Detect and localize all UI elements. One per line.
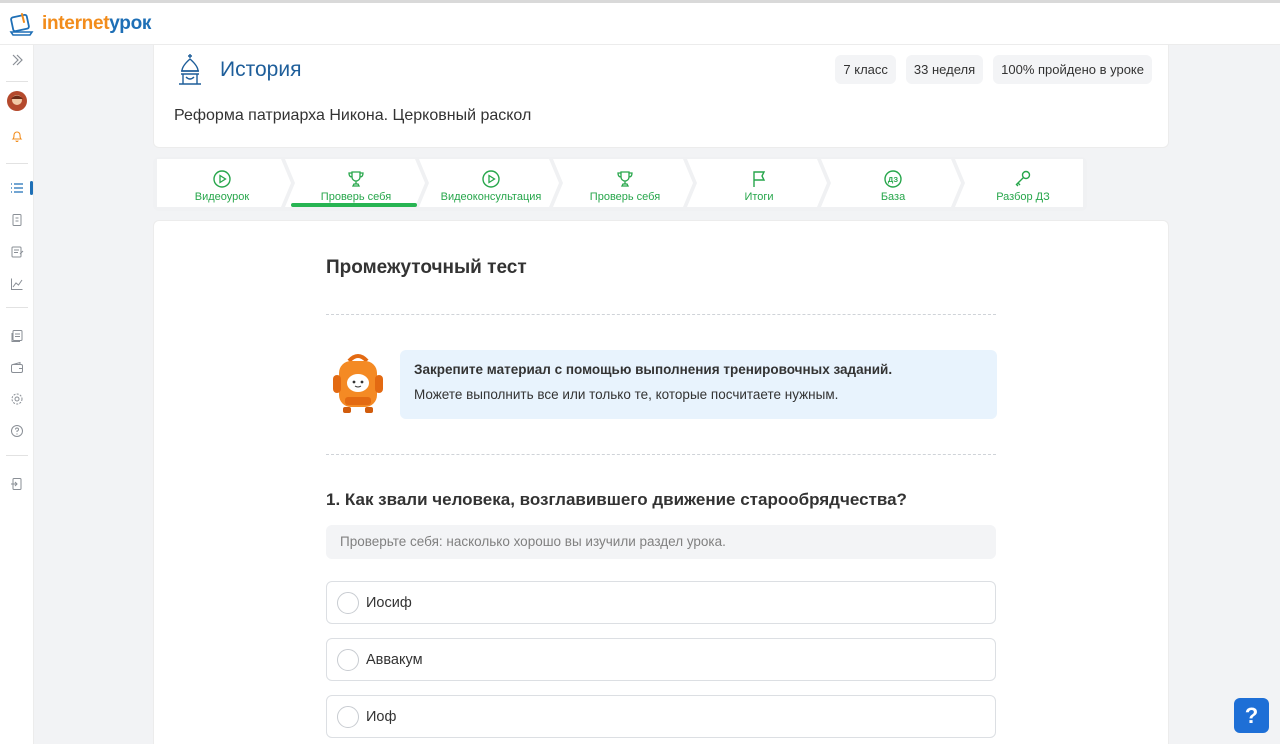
question-text: 1. Как звали человека, возглавившего дви… [326,490,907,509]
tab-label: Видеоконсультация [440,191,542,203]
play-circle-icon [482,170,500,188]
grade-badge: 7 класс [835,55,896,84]
trophy-icon [348,171,364,187]
logo-icon[interactable] [8,10,36,38]
test-panel: Промежуточный тест Закрепите материал с … [153,220,1169,744]
tab-label: База [880,191,906,203]
header: internetурок [0,3,1280,45]
info-callout: Закрепите материал с помощью выполнения … [400,350,997,419]
answer-option[interactable]: Аввакум [326,638,996,681]
tab-check-yourself[interactable]: Проверь себя [295,159,417,207]
sidebar-divider [6,455,28,456]
sidebar-divider [6,307,28,308]
sidebar-active-indicator [30,181,33,195]
question-hint: Проверьте себя: насколько хорошо вы изуч… [326,525,996,559]
backpack-mascot-icon [331,353,385,420]
tab-label: Проверь себя [589,191,661,203]
lessons-list-icon[interactable] [0,177,34,199]
help-circle-icon[interactable] [0,420,34,442]
tab-label: Проверь себя [320,191,392,203]
sidebar-divider [6,163,28,164]
play-circle-icon [213,170,231,188]
tab-label: Видеоурок [194,191,250,203]
expand-sidebar-icon[interactable] [0,49,34,71]
svg-text:ДЗ: ДЗ [888,175,898,184]
divider [326,454,996,455]
divider [326,314,996,315]
tab-label: Разбор ДЗ [996,191,1050,203]
answer-option[interactable]: Иоф [326,695,996,738]
radio-button[interactable] [337,705,359,728]
homework-icon[interactable] [0,209,34,231]
trophy-icon [617,171,633,187]
dz-badge-icon: ДЗ [884,170,902,188]
gear-icon[interactable] [0,388,34,410]
church-dome-icon [176,53,204,92]
subject-card: История 7 класс 33 неделя 100% пройдено … [153,45,1169,148]
key-icon [1015,170,1031,187]
tab-videolesson[interactable]: Видеоурок [161,159,283,207]
test-title: Промежуточный тест [326,257,527,278]
journal-icon[interactable] [0,241,34,263]
wallet-icon[interactable] [0,357,34,379]
tab-videoconsultation[interactable]: Видеоконсультация [429,159,553,207]
logo-text[interactable]: internetурок [42,13,151,35]
tab-homework-review[interactable]: Разбор ДЗ [965,159,1081,207]
sidebar-divider [6,81,28,82]
radio-button[interactable] [337,648,359,671]
flag-icon [753,171,766,187]
tab-check-yourself-2[interactable]: Проверь себя [563,159,687,207]
tab-base[interactable]: ДЗ База [831,159,955,207]
lesson-tags: 7 класс 33 неделя 100% пройдено в уроке [835,55,1152,84]
logout-icon[interactable] [0,473,34,495]
subject-title: История [220,58,302,81]
lesson-tabs: Видеоурок Проверь себя Видеоконсультация… [153,157,1087,211]
info-line-2: Можете выполнить все или только те, кото… [414,387,839,402]
week-badge: 33 неделя [905,55,984,84]
answer-label: Иосиф [366,594,412,611]
avatar[interactable] [0,90,34,112]
tab-results[interactable]: Итоги [697,159,821,207]
progress-chart-icon[interactable] [0,273,34,295]
sidebar [0,45,34,744]
info-line-1: Закрепите материал с помощью выполнения … [414,362,893,377]
radio-button[interactable] [337,591,359,614]
bell-icon[interactable] [0,125,34,147]
answer-label: Иоф [366,708,397,725]
progress-badge: 100% пройдено в уроке [993,55,1152,84]
help-button[interactable]: ? [1234,698,1269,733]
active-tab-indicator [291,203,417,207]
answer-label: Аввакум [366,651,423,668]
answer-option[interactable]: Иосиф [326,581,996,624]
lesson-title: Реформа патриарха Никона. Церковный раск… [174,107,532,124]
library-icon[interactable] [0,325,34,347]
tab-label: Итоги [744,191,774,203]
